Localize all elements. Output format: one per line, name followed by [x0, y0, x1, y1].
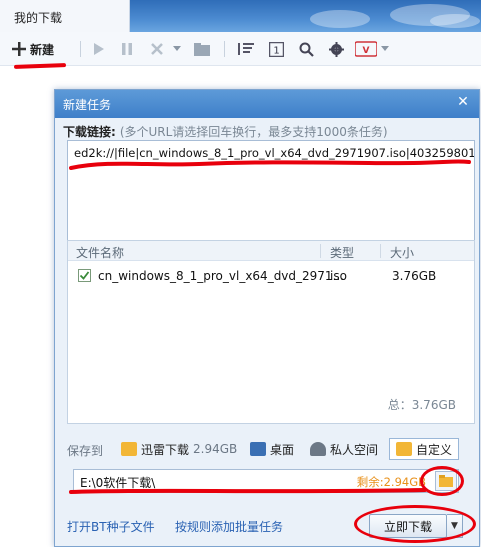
- vip-button[interactable]: V: [354, 40, 378, 58]
- dialog-title-bar: 新建任务: [55, 90, 479, 118]
- file-checkbox[interactable]: [78, 269, 91, 282]
- file-list: 文件名称 类型 大小 cn_windows_8_1_pro_vl_x64_dvd…: [67, 240, 475, 424]
- file-name: cn_windows_8_1_pro_vl_x64_dvd_2971...: [98, 269, 345, 283]
- batch-add-link[interactable]: 按规则添加批量任务: [175, 518, 283, 535]
- save-option-custom[interactable]: 自定义: [389, 438, 460, 460]
- save-to-label: 保存到: [67, 444, 104, 458]
- plus-icon: [12, 42, 26, 56]
- toolbar-divider: [224, 41, 225, 57]
- annotation-circle-folder: [420, 466, 464, 496]
- toolbar: 新建 1 V: [0, 32, 481, 66]
- vip-icon: V: [355, 41, 377, 57]
- column-name: 文件名称: [76, 246, 125, 260]
- new-task-button[interactable]: 新建: [12, 40, 64, 58]
- single-icon: 1: [268, 41, 284, 57]
- annotation-squiggle-path: [69, 488, 427, 494]
- file-size: 3.76GB: [392, 269, 437, 283]
- save-option-label: 私人空间: [330, 442, 379, 457]
- download-link-label: 下载链接: (多个URL请选择回车换行，最多支持1000条任务): [63, 123, 388, 140]
- save-to-row: 保存到 迅雷下载 2.94GB 桌面 私人空间 自定义: [67, 436, 475, 462]
- desktop-icon: [250, 442, 266, 456]
- svg-text:1: 1: [273, 45, 279, 56]
- column-type: 类型: [330, 246, 355, 260]
- save-option-label: 自定义: [416, 442, 453, 457]
- new-task-label: 新建: [30, 42, 55, 57]
- sort-button[interactable]: [236, 40, 256, 58]
- annotation-underline-new: [13, 63, 67, 69]
- header-background: [130, 0, 481, 32]
- save-option-desktop[interactable]: 桌面: [250, 438, 294, 460]
- download-link-hint: (多个URL请选择回车换行，最多支持1000条任务): [119, 125, 388, 139]
- chevron-down-icon: [381, 46, 389, 51]
- file-row[interactable]: cn_windows_8_1_pro_vl_x64_dvd_2971... is…: [68, 265, 474, 287]
- checkmark-icon: [79, 271, 90, 280]
- settings-button[interactable]: [326, 40, 346, 58]
- new-task-dialog: 新建任务 ✕ 下载链接: (多个URL请选择回车换行，最多支持1000条任务) e…: [54, 89, 480, 547]
- pause-icon: [122, 43, 132, 55]
- chevron-down-icon: [173, 46, 181, 51]
- tab-my-downloads[interactable]: 我的下载: [0, 0, 130, 32]
- save-option-label: 迅雷下载: [141, 442, 190, 457]
- vip-dropdown[interactable]: [380, 40, 390, 58]
- save-option-size: 2.94GB: [193, 442, 238, 456]
- gear-icon: [328, 41, 344, 57]
- annotation-squiggle-url: [69, 159, 471, 170]
- save-option-private[interactable]: 私人空间: [310, 438, 378, 460]
- file-list-header: 文件名称 类型 大小: [68, 241, 474, 261]
- folder-icon: [194, 42, 210, 56]
- search-icon: [299, 42, 314, 57]
- open-folder-button[interactable]: [192, 40, 212, 58]
- close-button[interactable]: ✕: [455, 94, 471, 110]
- play-icon: [94, 43, 104, 55]
- file-total-size: 总：3.76GB: [387, 398, 456, 412]
- svg-text:V: V: [363, 46, 370, 56]
- file-type: iso: [330, 269, 347, 283]
- save-option-xunlei[interactable]: 迅雷下载 2.94GB: [121, 438, 237, 460]
- delete-button[interactable]: [148, 40, 166, 58]
- dialog-title: 新建任务: [63, 98, 112, 112]
- close-icon: ✕: [457, 94, 469, 110]
- pause-button[interactable]: [118, 40, 136, 58]
- search-button[interactable]: [296, 40, 316, 58]
- delete-icon: [151, 43, 163, 55]
- annotation-circle-download: [354, 505, 476, 543]
- download-link-title: 下载链接:: [63, 125, 116, 139]
- column-size: 大小: [390, 246, 415, 260]
- single-task-button[interactable]: 1: [266, 40, 286, 58]
- toolbar-divider: [80, 41, 81, 57]
- start-button[interactable]: [90, 40, 108, 58]
- left-panel: [0, 66, 10, 547]
- sort-icon: [238, 43, 254, 55]
- private-space-icon: [310, 442, 326, 456]
- top-tab-bar: 我的下载: [0, 0, 481, 32]
- xunlei-folder-icon: [121, 442, 137, 456]
- custom-folder-icon: [396, 442, 412, 456]
- save-option-label: 桌面: [270, 442, 295, 457]
- delete-dropdown[interactable]: [172, 40, 182, 58]
- open-bt-torrent-link[interactable]: 打开BT种子文件: [67, 518, 155, 535]
